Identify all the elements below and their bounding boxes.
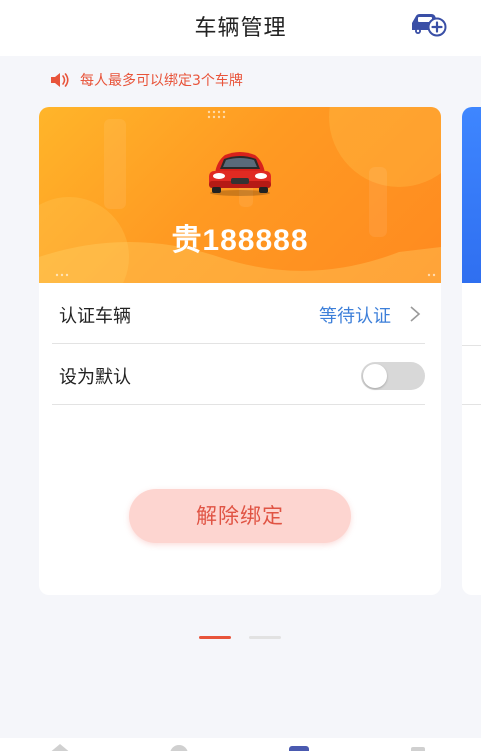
bottom-tab-bar [0,738,481,751]
speaker-icon [51,73,69,87]
profile-icon[interactable] [405,742,431,751]
home-icon[interactable] [47,742,73,751]
set-default-toggle[interactable] [361,362,425,390]
bind-limit-notice: 每人最多可以绑定3个车牌 [50,70,243,90]
notice-text: 每人最多可以绑定3个车牌 [80,73,243,89]
car-tab-icon[interactable] [286,742,312,751]
page-indicator[interactable] [249,636,281,639]
location-icon[interactable] [166,742,192,751]
top-nav-bar: 车辆管理 [0,0,481,56]
divider [462,345,481,346]
set-default-label: 设为默认 [59,367,131,388]
set-default-row: 设为默认 [52,346,425,405]
toggle-knob [363,364,387,388]
divider [462,404,481,405]
certify-vehicle-row[interactable]: 认证车辆 等待认证 [52,285,425,344]
vehicle-card[interactable]: 贵188888 认证车辆 等待认证 设为默认 解除绑定 [39,107,441,595]
red-car-icon [209,152,271,196]
add-car-button[interactable] [409,10,447,38]
plate-number: 贵188888 [171,224,309,257]
unbind-button[interactable]: 解除绑定 [129,489,351,543]
card-pagination [0,636,481,640]
chevron-right-icon [410,306,421,322]
next-vehicle-card[interactable] [462,107,481,595]
car-plus-icon [412,14,447,37]
certify-status: 等待认证 [319,306,391,327]
page-indicator-active[interactable] [199,636,231,639]
next-vehicle-card-banner [462,107,481,283]
certify-label: 认证车辆 [59,306,131,327]
vehicle-card-banner: 贵188888 [39,107,441,283]
